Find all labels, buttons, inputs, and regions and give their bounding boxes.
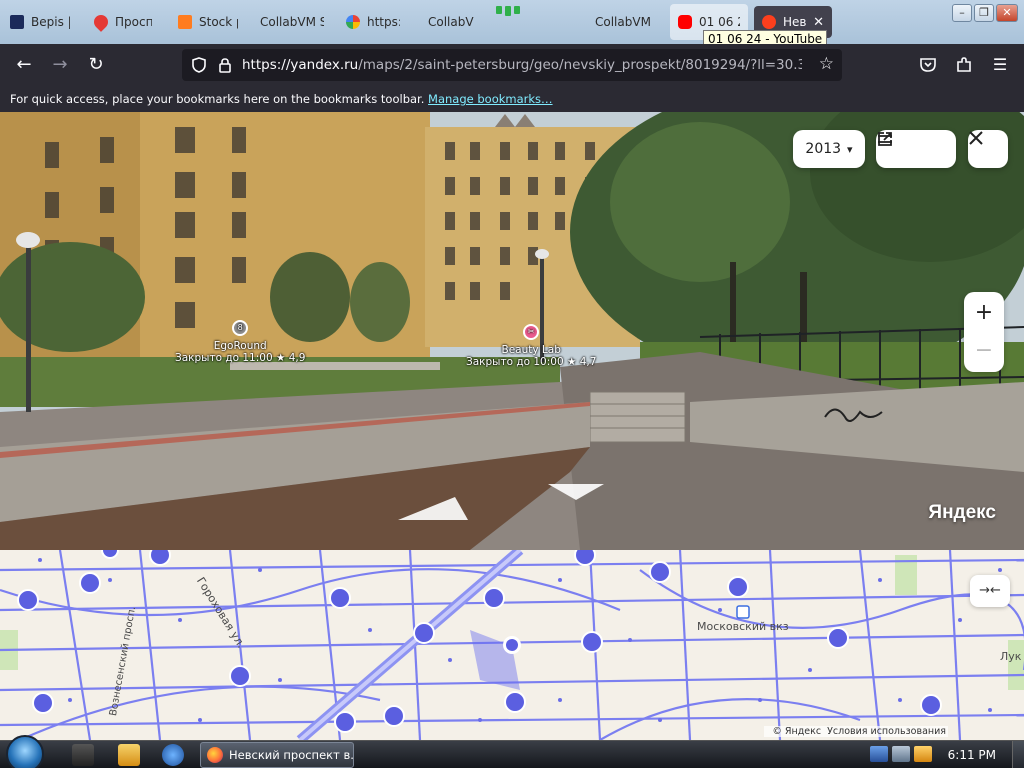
tab-google[interactable]: https:/ xyxy=(338,4,408,40)
bookmark-star-icon[interactable]: ☆ xyxy=(819,54,834,74)
poi-rating: ★ 4,9 xyxy=(275,352,306,364)
railway-station-icon xyxy=(736,605,750,619)
security-shield-icon[interactable] xyxy=(870,746,888,762)
minimize-button[interactable]: – xyxy=(952,4,972,22)
tab-prospekt[interactable]: Проспе xyxy=(86,4,160,40)
system-tray xyxy=(870,746,932,762)
yandex-favicon-icon xyxy=(762,15,776,29)
map-copyright: © Яндекс xyxy=(772,726,822,737)
navigation-toolbar: ← → ↻ https://yandex.ru/maps/2/saint-pet… xyxy=(0,44,1024,86)
start-button[interactable] xyxy=(6,735,44,768)
map-footer: © Яндекс Условия использования xyxy=(764,726,948,737)
blogger-favicon-icon xyxy=(178,15,192,29)
url-bar[interactable]: https://yandex.ru/maps/2/saint-petersbur… xyxy=(182,49,842,81)
youtube-favicon-icon xyxy=(678,15,692,29)
poi-beauty-lab[interactable]: ✂ Beauty Lab Закрыто до 10:00 ★ 4,7 xyxy=(466,324,596,368)
close-window-button[interactable]: ✕ xyxy=(996,4,1018,22)
zoom-out-button[interactable]: − xyxy=(975,332,993,370)
window-controls: – ❐ ✕ xyxy=(952,4,1018,22)
poi-status: Закрыто до 10:00 xyxy=(466,356,564,368)
url-host: https://yandex.ru xyxy=(242,57,359,73)
url-text: https://yandex.ru/maps/2/saint-petersbur… xyxy=(242,57,802,73)
reload-button[interactable]: ↻ xyxy=(84,53,108,77)
tab-label: CollabVM S xyxy=(595,15,655,29)
yandex-logo: Яндекс xyxy=(928,502,996,523)
poi-rating: ★ 4,7 xyxy=(566,356,597,368)
year-selector[interactable]: 2013 ▾ xyxy=(793,130,865,168)
taskbar-firefox-task[interactable]: Невский проспект в... xyxy=(200,742,354,768)
year-value: 2013 xyxy=(805,141,842,157)
forward-button[interactable]: → xyxy=(48,53,72,77)
close-icon xyxy=(969,131,983,145)
station-label: Московский вкз xyxy=(697,620,789,633)
tab-label: CollabV xyxy=(428,15,474,29)
tab-collabvm-1[interactable]: CollabVM S xyxy=(252,4,332,40)
chevron-down-icon: ▾ xyxy=(847,142,853,156)
panorama-actions xyxy=(876,130,956,168)
show-desktop-button[interactable] xyxy=(1012,741,1024,768)
tab-stock[interactable]: Stock p xyxy=(170,4,246,40)
bookmarks-toolbar: For quick access, place your bookmarks h… xyxy=(0,86,1024,112)
firefox-icon xyxy=(207,747,223,763)
extensions-icon[interactable] xyxy=(954,55,974,75)
bookmarks-notice: For quick access, place your bookmarks h… xyxy=(10,92,425,106)
task-label: Невский проспект в... xyxy=(229,748,354,762)
back-button[interactable]: ← xyxy=(12,53,36,77)
poi-egoround[interactable]: 8 EgoRound Закрыто до 11:00 ★ 4,9 xyxy=(175,320,305,364)
district-label: Лук xyxy=(1000,650,1022,663)
tab-collabvm-3[interactable]: CollabVM S xyxy=(587,4,663,40)
tab-label: Проспе xyxy=(115,15,152,29)
map-pin-favicon-icon xyxy=(91,12,111,32)
taskbar-clock[interactable]: 6:11 PM xyxy=(948,748,996,762)
mini-map[interactable]: Гороховая ул. Вознесенский просп. Москов… xyxy=(0,550,1024,740)
close-panorama-button[interactable] xyxy=(968,130,1008,168)
manage-bookmarks-link[interactable]: Manage bookmarks… xyxy=(428,92,553,106)
tab-label: Stock p xyxy=(199,15,238,29)
poi-name: EgoRound xyxy=(213,340,267,352)
tab-collabvm-2[interactable]: CollabV xyxy=(420,4,490,40)
tracking-shield-icon[interactable] xyxy=(190,56,208,74)
url-path: /maps/2/saint-petersburg/geo/nevskiy_pro… xyxy=(358,57,802,73)
taskbar: Невский проспект в... 6:11 PM xyxy=(0,735,1024,768)
sound-indicator-icon xyxy=(496,6,526,16)
tab-strip: Bepis | Проспе Stock p CollabVM S https:… xyxy=(0,0,1024,44)
close-tab-icon[interactable]: ✕ xyxy=(813,15,824,30)
media-player-icon[interactable] xyxy=(118,744,140,766)
stairs xyxy=(589,391,686,443)
lock-icon[interactable] xyxy=(216,56,234,74)
menu-lines-icon[interactable] xyxy=(876,130,894,148)
tab-label: CollabVM S xyxy=(260,15,324,29)
terms-link[interactable]: Условия использования xyxy=(827,726,946,737)
poi-name: Beauty Lab xyxy=(501,344,561,356)
map-canvas xyxy=(0,550,1024,740)
zoom-in-button[interactable]: + xyxy=(975,294,993,332)
menu-hamburger-icon[interactable]: ☰ xyxy=(988,53,1012,77)
browser-ie-icon[interactable] xyxy=(162,744,184,766)
poi-pin-icon: ✂ xyxy=(523,324,540,340)
tab-label: https:/ xyxy=(367,15,400,29)
bepis-favicon-icon xyxy=(10,15,24,29)
pocket-icon[interactable] xyxy=(918,55,938,75)
tab-label: Нев xyxy=(783,15,807,29)
maximize-button[interactable]: ❐ xyxy=(974,4,994,22)
tab-label: 01 06 2 xyxy=(699,15,740,29)
street-panorama[interactable]: 8 EgoRound Закрыто до 11:00 ★ 4,9 ✂ Beau… xyxy=(0,112,1024,550)
poi-status: Закрыто до 11:00 xyxy=(175,352,273,364)
taskbar-app-icon[interactable] xyxy=(72,744,94,766)
tab-bepis[interactable]: Bepis | xyxy=(2,4,78,40)
tab-label: Bepis | xyxy=(31,15,70,29)
network-icon[interactable] xyxy=(892,746,910,762)
screen: Bepis | Проспе Stock p CollabVM S https:… xyxy=(0,0,1024,768)
collapse-map-button[interactable]: →← xyxy=(970,575,1010,607)
zoom-control: + − xyxy=(964,292,1004,372)
volume-icon[interactable] xyxy=(914,746,932,762)
google-favicon-icon xyxy=(346,15,360,29)
poi-pin-icon: 8 xyxy=(232,320,249,336)
